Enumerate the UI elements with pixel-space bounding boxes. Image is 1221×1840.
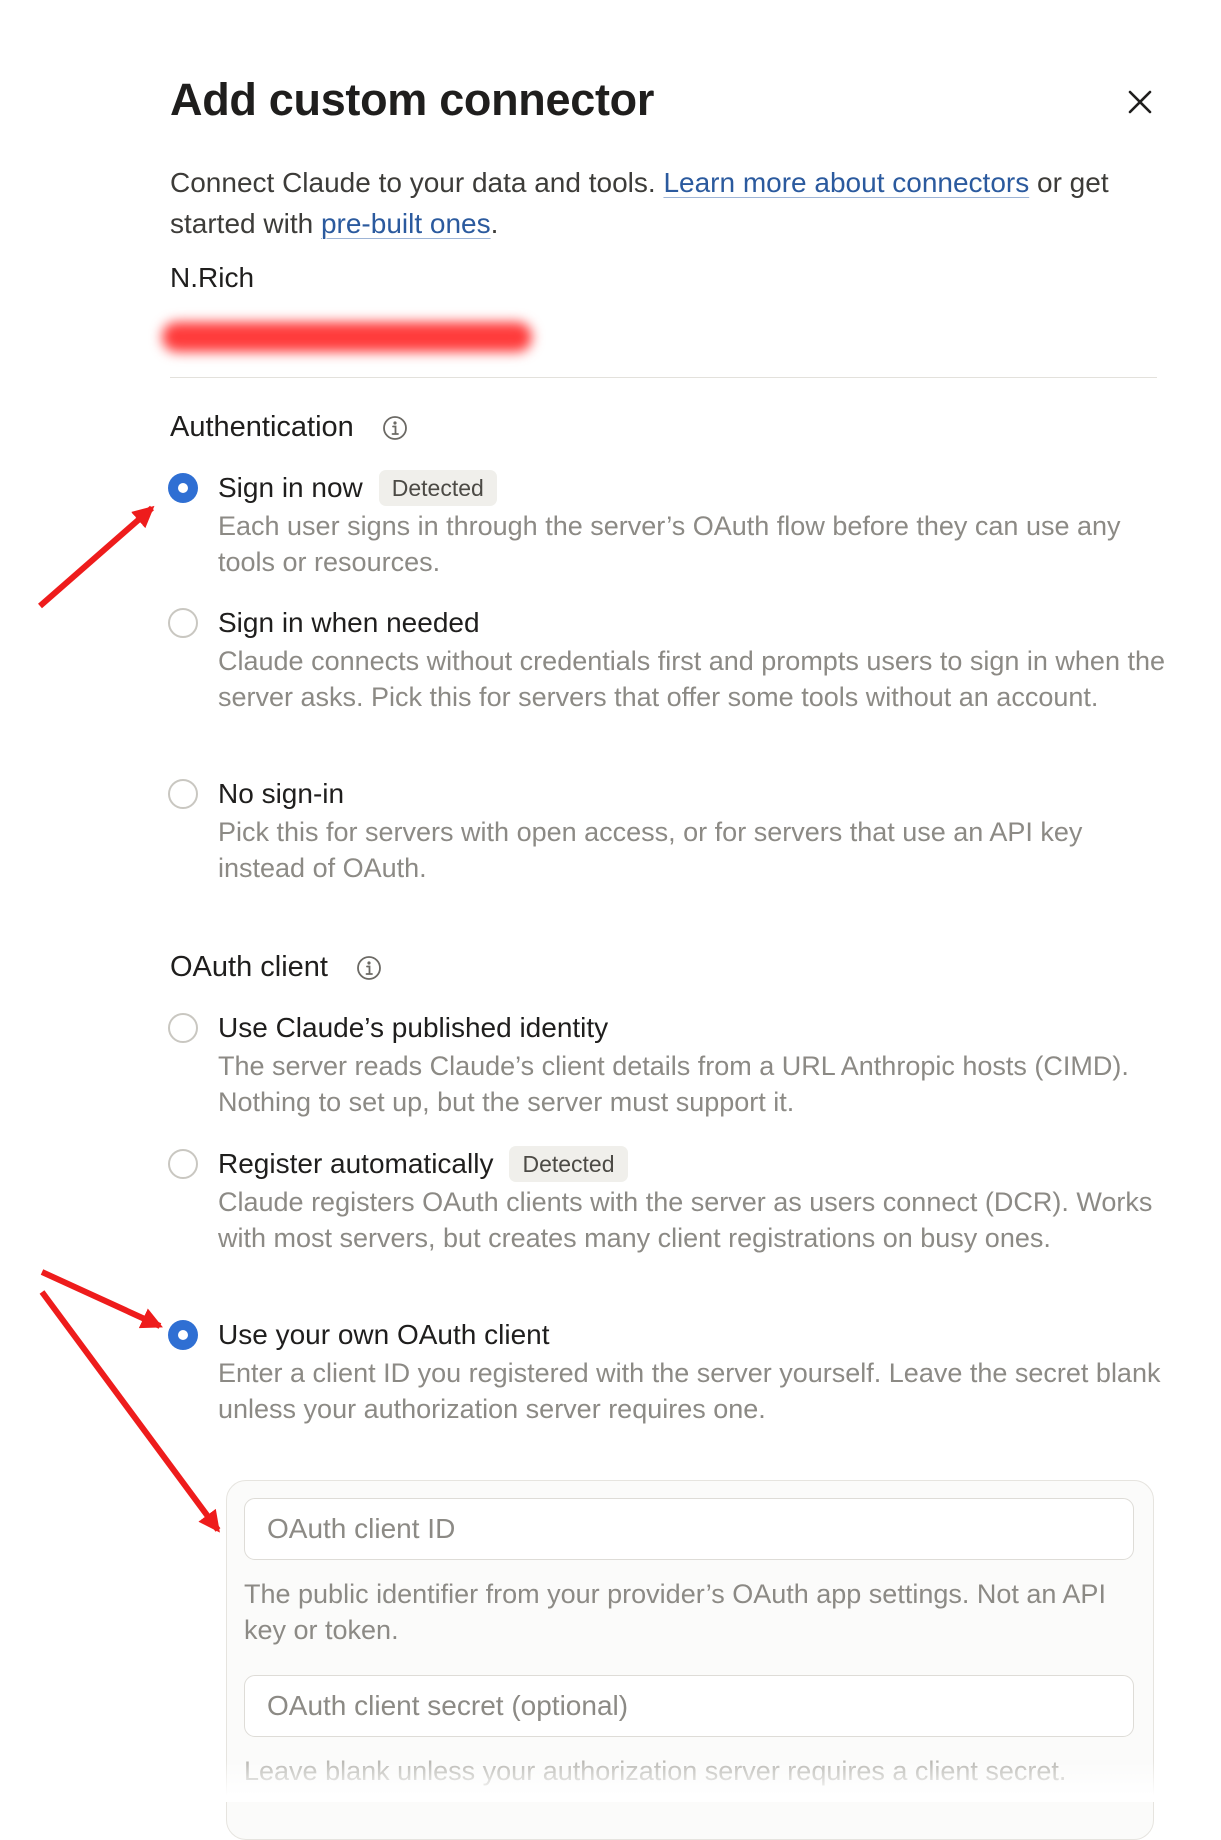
auth-option-label: No sign-in <box>218 778 345 809</box>
oauth-client-title: OAuth client <box>170 951 328 983</box>
learn-more-connectors-link[interactable]: Learn more about connectors <box>663 167 1029 198</box>
auth-radio-sign-in-when-needed[interactable] <box>168 608 198 638</box>
oauth-option-label-text: Register automatically <box>218 1148 494 1179</box>
auth-option-label-text: Sign in now <box>218 472 363 503</box>
dialog-title: Add custom connector <box>170 74 655 125</box>
oauth-client-id-input[interactable] <box>244 1498 1134 1560</box>
auth-option-description: Claude connects without credentials firs… <box>218 646 1166 712</box>
close-icon <box>1128 90 1152 114</box>
dialog-intro: Connect Claude to your data and tools. L… <box>170 162 1170 244</box>
divider <box>170 377 1157 378</box>
info-icon[interactable] <box>382 415 408 441</box>
intro-text: Connect Claude to your data and tools. <box>170 167 664 198</box>
oauth-option-label: Use your own OAuth client <box>218 1319 550 1350</box>
authentication-title: Authentication <box>170 411 354 443</box>
oauth-radio-published-identity[interactable] <box>168 1013 198 1043</box>
oauth-option-description: The server reads Claude’s client details… <box>218 1051 1129 1117</box>
oauth-client-section-title: OAuth client <box>170 951 382 984</box>
oauth-client-secret-input[interactable] <box>244 1675 1134 1737</box>
oauth-radio-register-automatically[interactable] <box>168 1149 198 1179</box>
detected-badge: Detected <box>509 1146 628 1182</box>
add-custom-connector-dialog: Add custom connector Connect Claude to y… <box>0 0 1221 1840</box>
auth-option-description: Pick this for servers with open access, … <box>218 817 1083 883</box>
close-button[interactable] <box>1118 80 1162 124</box>
oauth-radio-own-client[interactable] <box>168 1320 198 1350</box>
auth-option-description: Each user signs in through the server’s … <box>218 511 1121 577</box>
connector-name: N.Rich <box>170 262 255 293</box>
oauth-client-id-help: The public identifier from your provider… <box>244 1579 1106 1645</box>
authentication-section-title: Authentication <box>170 411 408 444</box>
oauth-option-description: Claude registers OAuth clients with the … <box>218 1187 1153 1253</box>
prebuilt-connectors-link[interactable]: pre-built ones <box>321 208 491 239</box>
annotation-arrow <box>40 1269 163 1329</box>
oauth-option-label: Register automatically Detected <box>218 1144 628 1184</box>
redacted-url <box>162 322 532 352</box>
info-icon[interactable] <box>356 955 382 981</box>
oauth-option-description: Enter a client ID you registered with th… <box>218 1358 1161 1424</box>
oauth-option-label: Use Claude’s published identity <box>218 1012 609 1043</box>
detected-badge: Detected <box>378 470 497 506</box>
auth-radio-no-sign-in[interactable] <box>168 779 198 809</box>
intro-text-end: . <box>490 208 499 239</box>
auth-option-label: Sign in when needed <box>218 607 480 638</box>
scroll-fade <box>0 1760 1221 1802</box>
auth-radio-sign-in-now[interactable] <box>168 473 198 503</box>
annotation-arrow <box>38 505 155 609</box>
auth-option-label: Sign in now Detected <box>218 468 497 508</box>
